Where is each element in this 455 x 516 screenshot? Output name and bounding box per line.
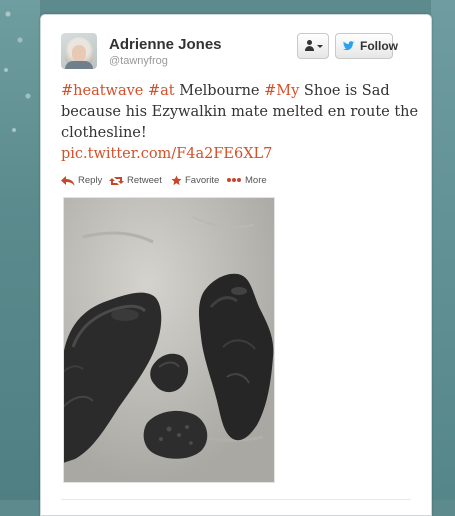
star-icon	[171, 175, 182, 186]
more-label: More	[245, 175, 267, 186]
twitter-bird-icon	[343, 41, 355, 51]
hashtag-my[interactable]: #My	[264, 83, 299, 99]
hashtag-at[interactable]: #at	[148, 83, 175, 99]
tweet-photo-link[interactable]: pic.twitter.com/F4a2FE6XL7	[61, 144, 421, 165]
more-action[interactable]: More	[227, 175, 267, 186]
favorite-label: Favorite	[185, 175, 220, 186]
hashtag-heatwave[interactable]: #heatwave	[61, 83, 143, 99]
user-actions-button[interactable]	[297, 33, 329, 59]
tweet-text: #heatwave #at Melbourne #My Shoe is Sad …	[61, 81, 421, 165]
follow-button[interactable]: Follow	[335, 33, 398, 59]
tweet-photo[interactable]	[63, 197, 275, 483]
tweet-word: Melbourne	[174, 83, 265, 99]
user-name[interactable]: Adrienne Jones	[109, 36, 222, 53]
reply-icon	[61, 175, 75, 186]
background-right	[431, 0, 455, 500]
retweet-action[interactable]: Retweet	[109, 175, 162, 186]
background-pattern	[0, 0, 40, 180]
melted-shoe-photo	[63, 197, 275, 483]
user-handle[interactable]: @tawnyfrog	[109, 55, 168, 67]
tweet-card: Adrienne Jones @tawnyfrog Follow #heatwa…	[40, 14, 432, 516]
avatar[interactable]	[61, 33, 97, 69]
reply-label: Reply	[78, 175, 103, 186]
retweet-icon	[109, 176, 124, 185]
more-dots-icon	[227, 175, 242, 186]
favorite-action[interactable]: Favorite	[171, 175, 219, 186]
retweet-label: Retweet	[127, 175, 162, 186]
follow-label: Follow	[360, 39, 398, 53]
reply-action[interactable]: Reply	[61, 175, 102, 186]
